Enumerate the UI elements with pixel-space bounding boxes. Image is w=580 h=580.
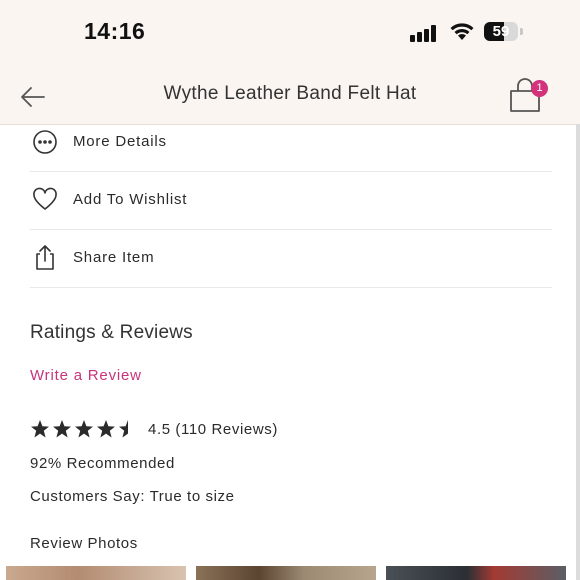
- star-icon: [53, 420, 71, 438]
- share-icon: [36, 245, 54, 270]
- ratings-reviews-heading: Ratings & Reviews: [30, 322, 193, 343]
- review-photo[interactable]: [196, 566, 376, 580]
- star-rating: [31, 420, 128, 438]
- heart-icon: [33, 187, 57, 210]
- cart-count-badge: 1: [531, 80, 548, 97]
- cellular-signal-icon: [410, 24, 440, 42]
- right-edge-shadow: [576, 124, 580, 580]
- battery-icon: 59: [484, 22, 518, 41]
- review-photo[interactable]: [386, 566, 566, 580]
- write-review-link[interactable]: Write a Review: [30, 367, 142, 384]
- more-details-row[interactable]: More Details: [30, 113, 552, 172]
- share-item-label: Share Item: [73, 249, 155, 266]
- half-star-icon: [119, 420, 128, 438]
- star-icon: [75, 420, 93, 438]
- add-to-wishlist-row[interactable]: Add To Wishlist: [30, 171, 552, 230]
- status-time: 14:16: [84, 18, 146, 44]
- more-details-label: More Details: [73, 133, 167, 150]
- recommended-percentage: 92% Recommended: [30, 455, 175, 472]
- star-icon: [31, 420, 49, 438]
- status-bar: 14:16 59: [0, 0, 580, 68]
- share-item-row[interactable]: Share Item: [30, 229, 552, 288]
- page-title: Wythe Leather Band Felt Hat: [163, 83, 417, 104]
- more-dots-icon: [33, 130, 57, 154]
- review-photos-heading: Review Photos: [30, 535, 138, 552]
- rating-summary: 4.5 (110 Reviews): [148, 421, 278, 438]
- battery-level: 59: [492, 23, 510, 40]
- review-photo[interactable]: [6, 566, 186, 580]
- customers-say-fit: Customers Say: True to size: [30, 488, 235, 505]
- add-to-wishlist-label: Add To Wishlist: [73, 191, 188, 208]
- star-icon: [97, 420, 115, 438]
- battery-cap: [520, 28, 523, 35]
- wifi-icon: [450, 23, 474, 40]
